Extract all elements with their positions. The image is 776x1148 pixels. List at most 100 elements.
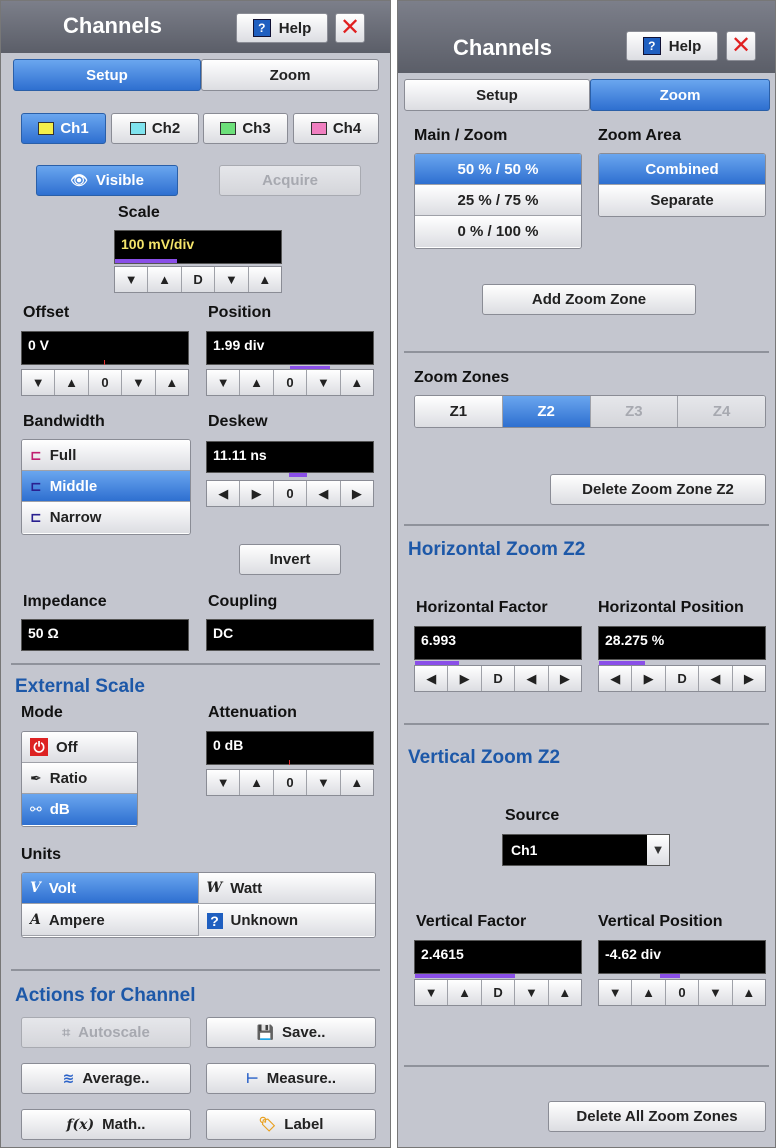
- horizontal-factor-right-fine[interactable]: ▶: [548, 666, 582, 691]
- vertical-position-up-coarse[interactable]: ▲: [632, 980, 666, 1005]
- coupling-display[interactable]: DC: [206, 619, 374, 651]
- horizontal-position-left-fine[interactable]: ◀: [699, 666, 733, 691]
- zone-z4[interactable]: Z4: [678, 396, 765, 427]
- impedance-display[interactable]: 50 Ω: [21, 619, 189, 651]
- offset-zero[interactable]: 0: [88, 370, 123, 395]
- vertical-factor-stepper[interactable]: ▼ ▲ D ▼ ▲: [414, 979, 582, 1006]
- autoscale-button[interactable]: ⌗ Autoscale: [21, 1017, 191, 1048]
- horizontal-factor-left-fine[interactable]: ◀: [515, 666, 549, 691]
- horizontal-position-right-fine[interactable]: ▶: [732, 666, 766, 691]
- channel-button-ch1[interactable]: Ch1: [21, 113, 106, 144]
- deskew-left-fine[interactable]: ◀: [307, 481, 341, 506]
- math-button[interactable]: f(x) Math..: [21, 1109, 191, 1140]
- source-select[interactable]: Ch1 ▼: [502, 834, 670, 866]
- vertical-position-zero[interactable]: 0: [665, 980, 700, 1005]
- horizontal-position-default[interactable]: D: [665, 666, 700, 691]
- main-zoom-25-75[interactable]: 25 % / 75 %: [415, 185, 581, 216]
- position-down-coarse[interactable]: ▼: [207, 370, 241, 395]
- scale-up-fine[interactable]: ▲: [248, 267, 282, 292]
- attenuation-up-coarse[interactable]: ▲: [240, 770, 274, 795]
- unit-volt[interactable]: V Volt: [22, 873, 199, 904]
- close-button[interactable]: ✕: [726, 31, 756, 61]
- scale-down-coarse[interactable]: ▼: [115, 267, 149, 292]
- scale-default[interactable]: D: [181, 267, 216, 292]
- offset-up-coarse[interactable]: ▲: [55, 370, 89, 395]
- horizontal-factor-display[interactable]: 6.993: [414, 626, 582, 660]
- bandwidth-middle[interactable]: ⊏ Middle: [22, 471, 190, 502]
- deskew-right-fine[interactable]: ▶: [340, 481, 374, 506]
- position-up-coarse[interactable]: ▲: [240, 370, 274, 395]
- vertical-position-down-fine[interactable]: ▼: [699, 980, 733, 1005]
- bandwidth-full[interactable]: ⊏ Full: [22, 440, 190, 471]
- average-button[interactable]: ≋ Average..: [21, 1063, 191, 1094]
- vertical-factor-up-coarse[interactable]: ▲: [448, 980, 482, 1005]
- mode-off[interactable]: ⏻ Off: [22, 732, 137, 763]
- zoom-area-combined[interactable]: Combined: [599, 154, 765, 185]
- scale-up-coarse[interactable]: ▲: [148, 267, 182, 292]
- attenuation-stepper[interactable]: ▼ ▲ 0 ▼ ▲: [206, 769, 374, 796]
- channel-button-ch3[interactable]: Ch3: [203, 113, 288, 144]
- offset-down-coarse[interactable]: ▼: [22, 370, 56, 395]
- tab-zoom[interactable]: Zoom: [590, 79, 770, 111]
- vertical-factor-down-fine[interactable]: ▼: [515, 980, 549, 1005]
- help-button[interactable]: ? Help: [236, 13, 328, 43]
- channel-button-ch4[interactable]: Ch4: [293, 113, 379, 144]
- horizontal-position-stepper[interactable]: ◀ ▶ D ◀ ▶: [598, 665, 766, 692]
- attenuation-down-fine[interactable]: ▼: [307, 770, 341, 795]
- mode-ratio[interactable]: ✒ Ratio: [22, 763, 137, 794]
- deskew-right-coarse[interactable]: ▶: [240, 481, 274, 506]
- vertical-position-stepper[interactable]: ▼ ▲ 0 ▼ ▲: [598, 979, 766, 1006]
- close-button[interactable]: ✕: [335, 13, 365, 43]
- main-zoom-0-100[interactable]: 0 % / 100 %: [415, 216, 581, 247]
- unit-ampere[interactable]: A Ampere: [22, 905, 199, 936]
- unit-watt[interactable]: W Watt: [198, 873, 375, 904]
- horizontal-position-right-coarse[interactable]: ▶: [632, 666, 666, 691]
- measure-button[interactable]: ⊢ Measure..: [206, 1063, 376, 1094]
- deskew-zero[interactable]: 0: [273, 481, 308, 506]
- vertical-factor-default[interactable]: D: [481, 980, 516, 1005]
- vertical-position-down-coarse[interactable]: ▼: [599, 980, 633, 1005]
- position-display[interactable]: 1.99 div: [206, 331, 374, 365]
- attenuation-up-fine[interactable]: ▲: [340, 770, 374, 795]
- horizontal-factor-stepper[interactable]: ◀ ▶ D ◀ ▶: [414, 665, 582, 692]
- bandwidth-narrow[interactable]: ⊏ Narrow: [22, 502, 190, 533]
- offset-up-fine[interactable]: ▲: [155, 370, 189, 395]
- tab-setup[interactable]: Setup: [404, 79, 590, 111]
- zone-z1[interactable]: Z1: [415, 396, 503, 427]
- deskew-left-coarse[interactable]: ◀: [207, 481, 241, 506]
- vertical-factor-display[interactable]: 2.4615: [414, 940, 582, 974]
- zone-z2[interactable]: Z2: [502, 396, 591, 427]
- scale-down-fine[interactable]: ▼: [215, 267, 249, 292]
- tab-setup[interactable]: Setup: [13, 59, 201, 91]
- label-button[interactable]: 🏷 Label: [206, 1109, 376, 1140]
- horizontal-factor-left-coarse[interactable]: ◀: [415, 666, 449, 691]
- zone-z3[interactable]: Z3: [590, 396, 679, 427]
- deskew-stepper[interactable]: ◀ ▶ 0 ◀ ▶: [206, 480, 374, 507]
- add-zoom-zone-button[interactable]: Add Zoom Zone: [482, 284, 696, 315]
- deskew-display[interactable]: 11.11 ns: [206, 441, 374, 473]
- horizontal-factor-default[interactable]: D: [481, 666, 516, 691]
- attenuation-down-coarse[interactable]: ▼: [207, 770, 241, 795]
- delete-all-zoom-zones-button[interactable]: Delete All Zoom Zones: [548, 1101, 766, 1132]
- horizontal-position-display[interactable]: 28.275 %: [598, 626, 766, 660]
- save-button[interactable]: 💾 Save..: [206, 1017, 376, 1048]
- invert-button[interactable]: Invert: [239, 544, 341, 575]
- help-button[interactable]: ? Help: [626, 31, 718, 61]
- unit-unknown[interactable]: ? Unknown: [198, 905, 375, 936]
- attenuation-zero[interactable]: 0: [273, 770, 308, 795]
- acquire-button[interactable]: Acquire: [219, 165, 361, 196]
- attenuation-display[interactable]: 0 dB: [206, 731, 374, 765]
- chevron-down-icon[interactable]: ▼: [647, 835, 669, 865]
- delete-zoom-zone-button[interactable]: Delete Zoom Zone Z2: [550, 474, 766, 505]
- position-stepper[interactable]: ▼ ▲ 0 ▼ ▲: [206, 369, 374, 396]
- position-zero[interactable]: 0: [273, 370, 308, 395]
- position-down-fine[interactable]: ▼: [307, 370, 341, 395]
- vertical-factor-up-fine[interactable]: ▲: [548, 980, 582, 1005]
- horizontal-position-left-coarse[interactable]: ◀: [599, 666, 633, 691]
- main-zoom-50-50[interactable]: 50 % / 50 %: [415, 154, 581, 185]
- offset-down-fine[interactable]: ▼: [122, 370, 156, 395]
- offset-display[interactable]: 0 V: [21, 331, 189, 365]
- mode-db[interactable]: ⚯ dB: [22, 794, 137, 825]
- vertical-position-display[interactable]: -4.62 div: [598, 940, 766, 974]
- offset-stepper[interactable]: ▼ ▲ 0 ▼ ▲: [21, 369, 189, 396]
